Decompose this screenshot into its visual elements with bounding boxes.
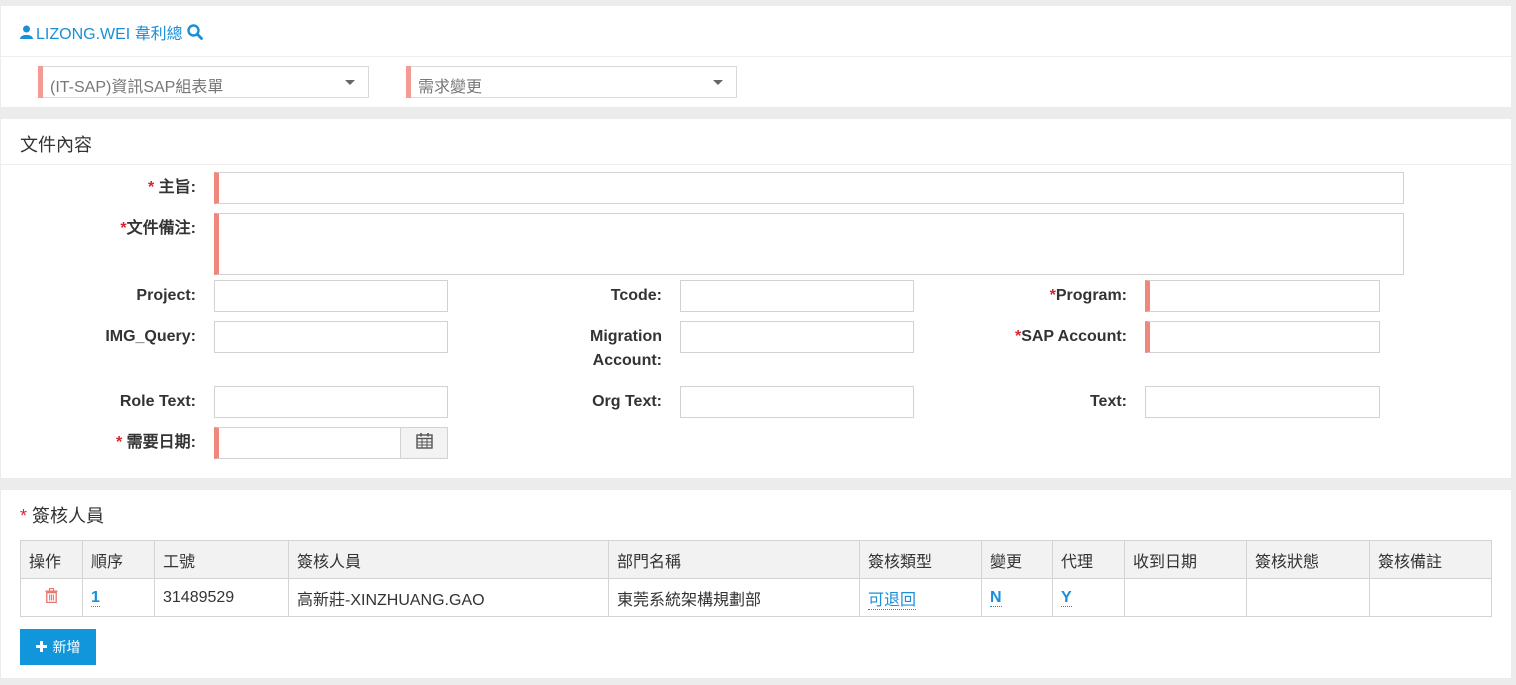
- column-header: 簽核類型: [859, 540, 982, 579]
- proxy-cell: Y: [1052, 578, 1125, 617]
- sign-type-cell: 可退回: [859, 578, 982, 617]
- sap-account-label: *SAP Account:: [917, 325, 1127, 349]
- migration-label-line1: Migration: [590, 328, 662, 345]
- column-header: 操作: [20, 540, 83, 579]
- migration-label-line2: Account:: [592, 352, 662, 369]
- sap-account-input[interactable]: [1145, 321, 1380, 353]
- employee-id-cell: 31489529: [154, 578, 289, 617]
- column-header: 簽核狀態: [1246, 540, 1370, 579]
- project-input[interactable]: [214, 280, 448, 312]
- chevron-down-icon: [345, 80, 355, 85]
- remark-label-text: 文件備注:: [126, 220, 196, 237]
- department-cell: 東莞系統架構規劃部: [608, 578, 860, 617]
- approvers-title: * 簽核人員: [20, 502, 104, 528]
- sign-type-link[interactable]: 可退回: [868, 591, 917, 610]
- column-header: 變更: [981, 540, 1053, 579]
- column-header: 收到日期: [1124, 540, 1247, 579]
- note-cell: [1369, 578, 1492, 617]
- text-input[interactable]: [1145, 386, 1380, 418]
- table-row: 1 31489529 高新莊-XINZHUANG.GAO 東莞系統架構規劃部 可…: [20, 578, 1492, 617]
- required-date-label: * 需要日期:: [1, 431, 196, 455]
- required-date-label-text: 需要日期:: [126, 434, 196, 451]
- column-header: 簽核備註: [1369, 540, 1492, 579]
- form-category-select[interactable]: (IT-SAP)資訊SAP組表單: [38, 66, 369, 98]
- user-name[interactable]: LIZONG.WEI 韋利總: [36, 20, 183, 44]
- text-label: Text:: [1089, 393, 1127, 410]
- tcode-label: Tcode:: [610, 287, 662, 304]
- img-query-label: IMG_Query:: [105, 328, 196, 345]
- required-star: *: [20, 506, 33, 526]
- column-header: 代理: [1052, 540, 1125, 579]
- divider: [1, 164, 1511, 165]
- remark-label: *文件備注:: [1, 217, 196, 241]
- column-header: 部門名稱: [608, 540, 860, 579]
- document-content-panel: 文件內容 * 主旨: *文件備注: Project: Tcode: *Progr…: [1, 119, 1511, 478]
- role-text-input[interactable]: [214, 386, 448, 418]
- user-link[interactable]: LIZONG.WEI 韋利總: [20, 20, 203, 44]
- program-label-text: Program:: [1055, 287, 1127, 304]
- add-approver-button[interactable]: 新增: [20, 629, 96, 665]
- search-icon[interactable]: [186, 24, 203, 40]
- subject-label-text: 主旨:: [158, 179, 196, 196]
- add-button-label: 新增: [52, 639, 81, 655]
- column-header: 簽核人員: [288, 540, 609, 579]
- form-category-value: (IT-SAP)資訊SAP組表單: [50, 79, 224, 96]
- img-query-input[interactable]: [214, 321, 448, 353]
- actions-cell: [20, 578, 83, 617]
- migration-account-label: Migration Account:: [451, 325, 662, 373]
- change-link[interactable]: N: [990, 588, 1002, 607]
- change-cell: N: [981, 578, 1053, 617]
- required-date-input[interactable]: [214, 427, 401, 459]
- program-label: *Program:: [917, 284, 1127, 308]
- table-header-row: 操作 順序 工號 簽核人員 部門名稱 簽核類型 變更 代理 收到日期 簽核狀態 …: [20, 540, 1492, 579]
- approvers-panel: * 簽核人員 操作 順序 工號 簽核人員 部門名稱 簽核類型 變更 代理 收到日…: [1, 490, 1511, 678]
- column-header: 順序: [82, 540, 155, 579]
- migration-account-input[interactable]: [680, 321, 914, 353]
- status-cell: [1246, 578, 1370, 617]
- trash-icon[interactable]: [45, 587, 58, 607]
- section-title: 文件內容: [20, 135, 92, 155]
- form-type-select[interactable]: 需求變更: [406, 66, 737, 98]
- order-cell: 1: [82, 578, 155, 617]
- sap-account-label-text: SAP Account:: [1021, 328, 1127, 345]
- form-header-panel: LIZONG.WEI 韋利總 (IT-SAP)資訊SAP組表單 需求變更: [1, 6, 1511, 107]
- approvers-table: 操作 順序 工號 簽核人員 部門名稱 簽核類型 變更 代理 收到日期 簽核狀態 …: [20, 540, 1492, 617]
- calendar-button[interactable]: [400, 427, 448, 459]
- plus-icon: [35, 639, 47, 655]
- subject-input[interactable]: [214, 172, 1404, 204]
- remark-textarea[interactable]: [214, 213, 1404, 275]
- approver-cell: 高新莊-XINZHUANG.GAO: [288, 578, 609, 617]
- required-star: *: [147, 179, 159, 196]
- tcode-input[interactable]: [680, 280, 914, 312]
- calendar-icon: [415, 432, 433, 454]
- org-text-label: Org Text:: [592, 393, 662, 410]
- approvers-title-text: 簽核人員: [32, 506, 105, 526]
- subject-label: * 主旨:: [1, 176, 196, 200]
- order-link[interactable]: 1: [91, 588, 100, 607]
- form-type-value: 需求變更: [418, 79, 483, 96]
- divider: [1, 56, 1511, 57]
- role-text-label: Role Text:: [119, 393, 196, 410]
- program-input[interactable]: [1145, 280, 1380, 312]
- proxy-link[interactable]: Y: [1061, 588, 1072, 607]
- user-icon: [20, 25, 33, 39]
- required-bar: [38, 66, 43, 98]
- required-star: *: [115, 434, 127, 451]
- project-label: Project:: [136, 287, 196, 304]
- column-header: 工號: [154, 540, 289, 579]
- received-date-cell: [1124, 578, 1247, 617]
- org-text-input[interactable]: [680, 386, 914, 418]
- chevron-down-icon: [713, 80, 723, 85]
- required-bar: [406, 66, 411, 98]
